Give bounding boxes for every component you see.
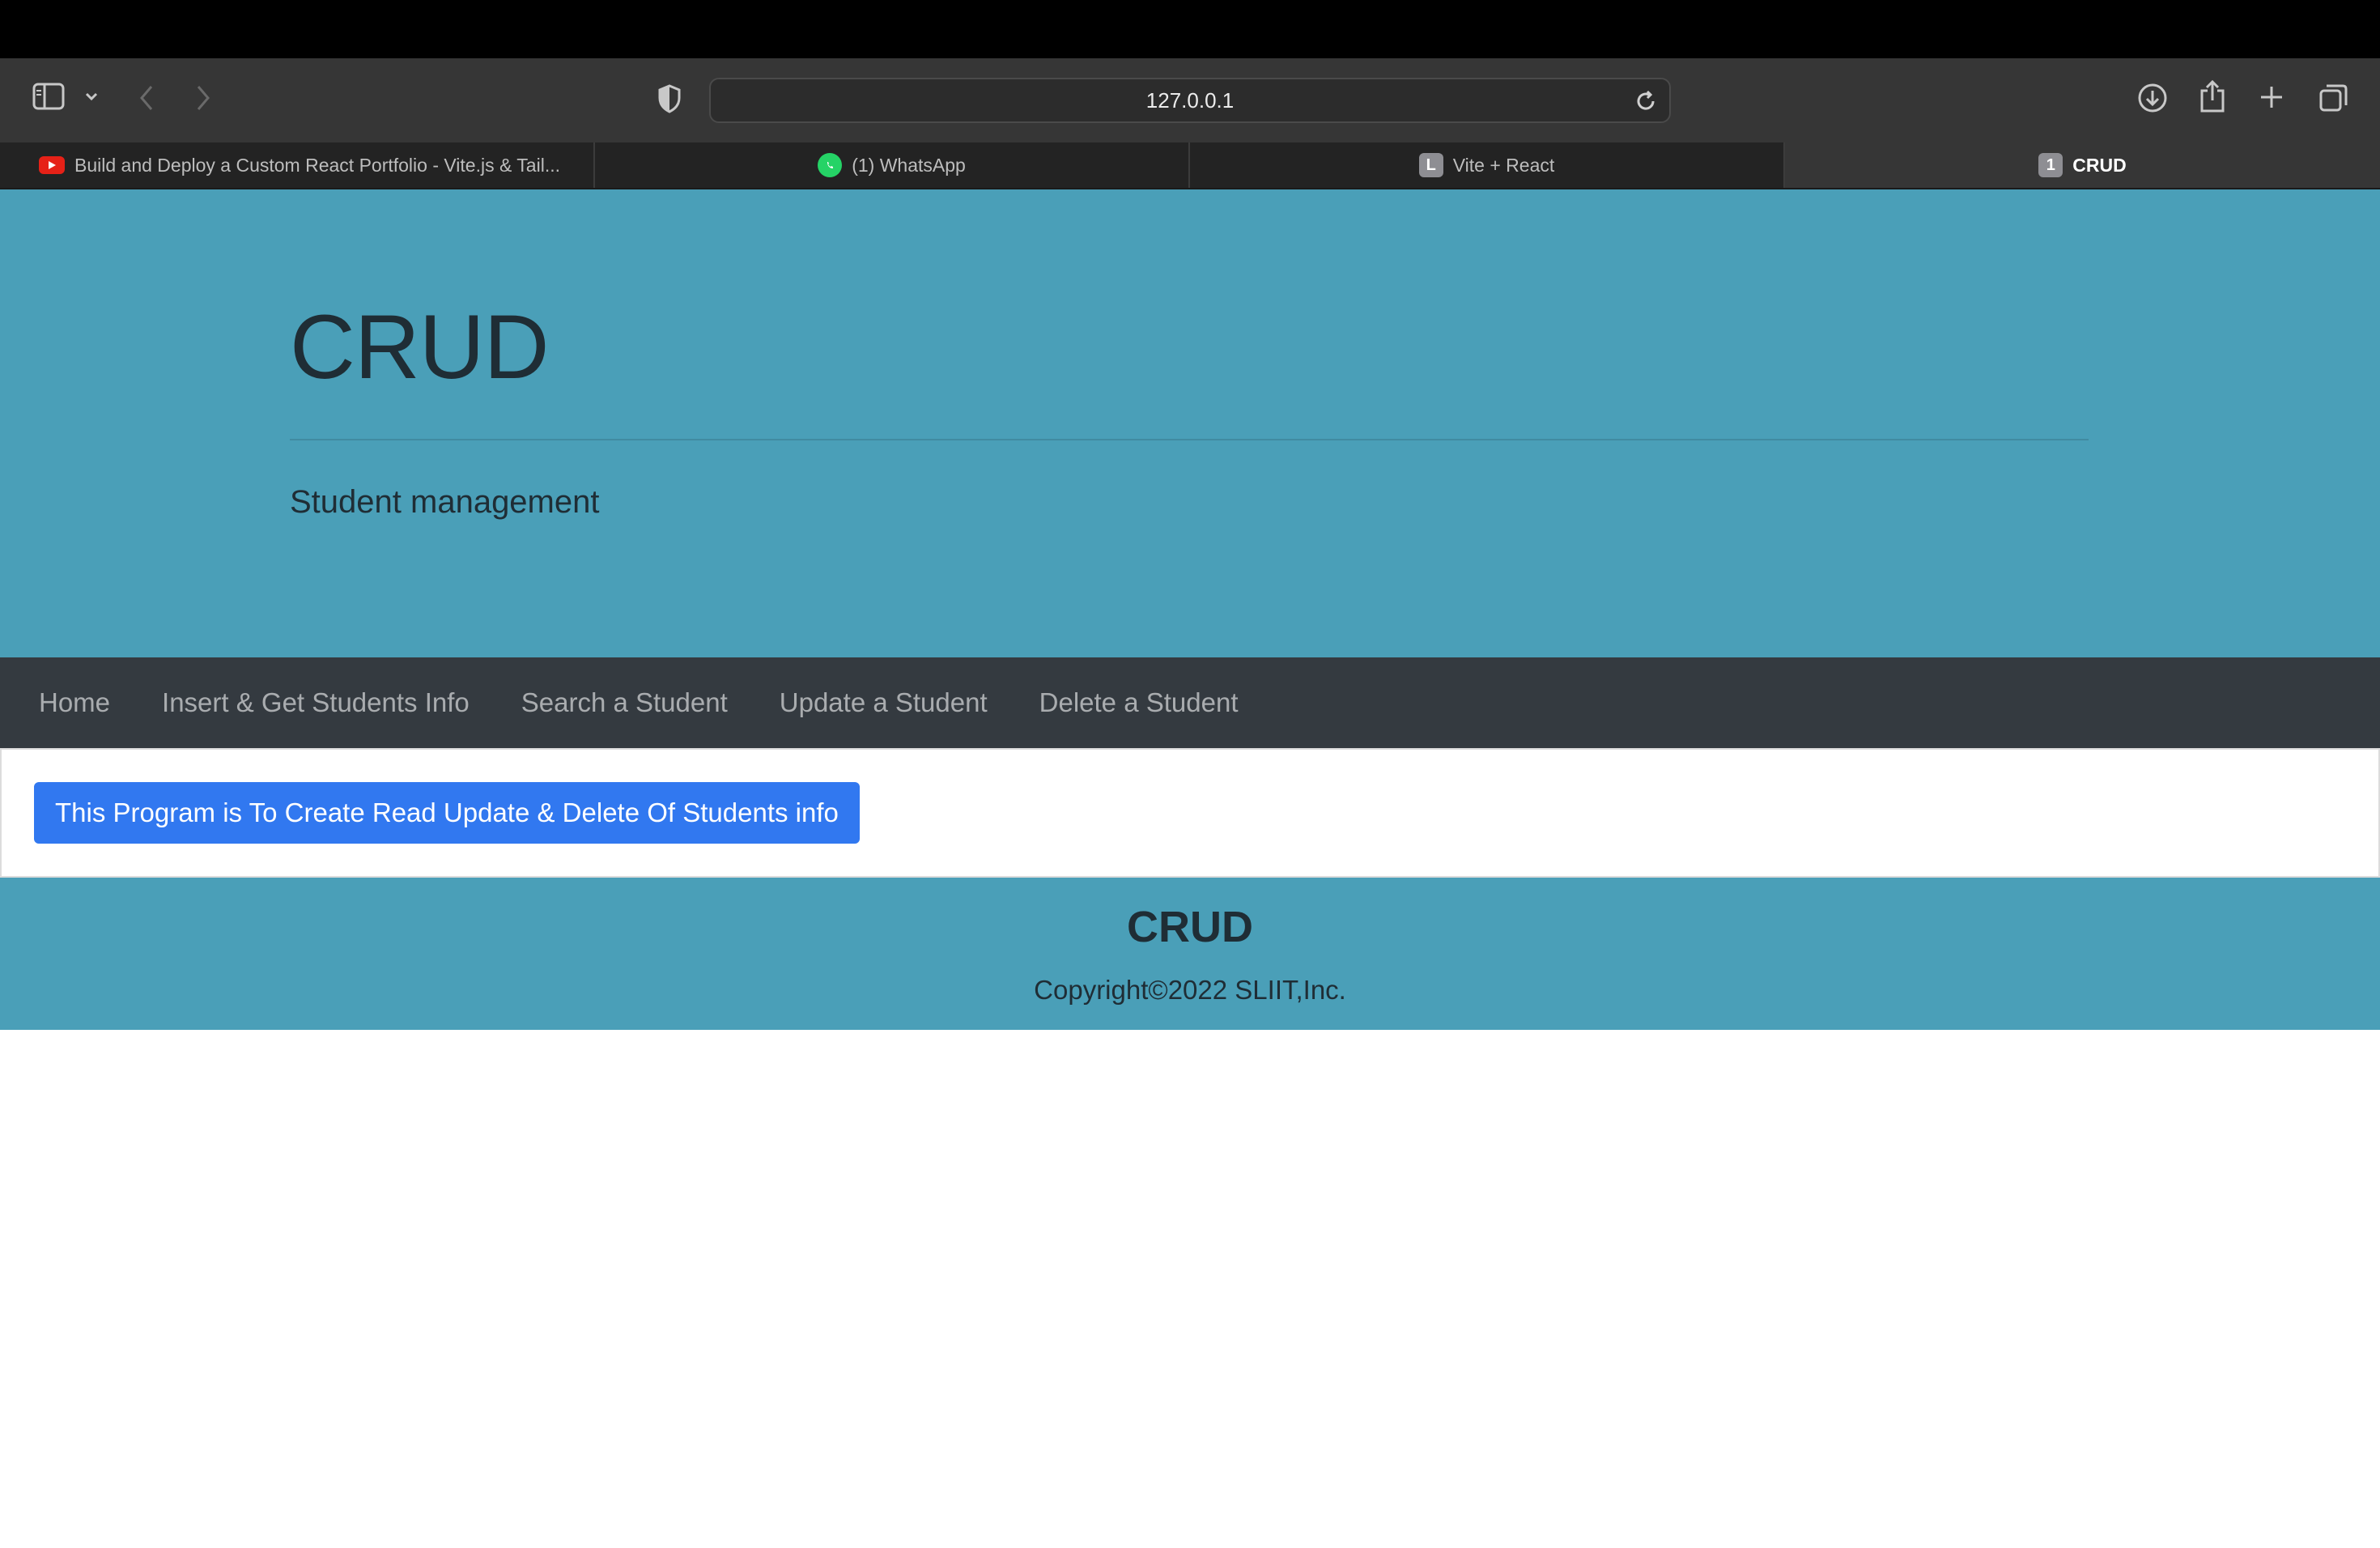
tab-crud[interactable]: 1 CRUD [1785, 142, 2380, 188]
nav-link-insert[interactable]: Insert & Get Students Info [149, 687, 482, 718]
new-tab-icon[interactable] [2259, 84, 2284, 110]
footer-title: CRUD [1127, 903, 1253, 951]
tab-strip: Build and Deploy a Custom React Portfoli… [0, 142, 2380, 189]
tab-title: CRUD [2072, 154, 2127, 176]
tab-vite-react[interactable]: L Vite + React [1190, 142, 1785, 188]
chevron-down-icon[interactable] [84, 91, 99, 102]
youtube-icon [39, 156, 65, 174]
reload-icon[interactable] [1634, 89, 1658, 117]
downloads-icon[interactable] [2137, 83, 2168, 113]
footer: CRUD Copyright©2022 SLIIT,Inc. [0, 878, 2380, 1030]
navbar: Home Insert & Get Students Info Search a… [0, 657, 2380, 748]
sidebar-toggle-icon[interactable] [32, 83, 65, 110]
tab-title: (1) WhatsApp [852, 154, 966, 176]
url-text: 127.0.0.1 [1145, 87, 1235, 113]
main-content: This Program is To Create Read Update & … [0, 748, 2380, 878]
web-page: CRUD Student management Home Insert & Ge… [0, 189, 2380, 1548]
tab-number-icon: 1 [2038, 153, 2063, 177]
page-subtitle: Student management [290, 484, 600, 520]
jumbotron: CRUD Student management [0, 189, 2380, 657]
system-menu-bar [0, 0, 2380, 58]
page-title: CRUD [290, 296, 550, 398]
browser-toolbar: 127.0.0.1 [0, 58, 2380, 142]
address-bar[interactable]: 127.0.0.1 [709, 78, 1671, 123]
nav-link-home[interactable]: Home [26, 687, 123, 718]
privacy-shield-icon[interactable] [657, 84, 682, 113]
whatsapp-icon [818, 153, 843, 177]
tab-overview-icon[interactable] [2318, 83, 2349, 113]
tab-title: Vite + React [1452, 154, 1555, 176]
divider [290, 439, 2089, 440]
footer-copyright: Copyright©2022 SLIIT,Inc. [1034, 975, 1346, 1005]
tab-youtube[interactable]: Build and Deploy a Custom React Portfoli… [0, 142, 595, 188]
nav-link-delete[interactable]: Delete a Student [1026, 687, 1252, 718]
tab-whatsapp[interactable]: (1) WhatsApp [595, 142, 1190, 188]
tab-title: Build and Deploy a Custom React Portfoli… [74, 154, 560, 176]
tab-letter-icon: L [1418, 153, 1443, 177]
forward-icon[interactable] [194, 84, 212, 112]
back-icon[interactable] [138, 84, 155, 112]
nav-link-search[interactable]: Search a Student [508, 687, 741, 718]
share-icon[interactable] [2199, 79, 2226, 113]
info-button[interactable]: This Program is To Create Read Update & … [34, 782, 860, 844]
nav-link-update[interactable]: Update a Student [767, 687, 1001, 718]
